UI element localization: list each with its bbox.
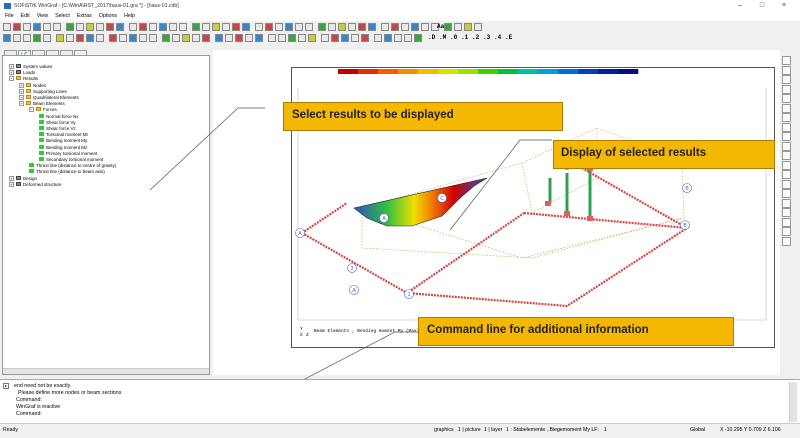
command-line-2: Please define more nodes or beam section… bbox=[18, 390, 122, 396]
status-graphics: graphics bbox=[434, 427, 454, 433]
status-coordinates: X -10.295 Y 0.709 Z 6.106 bbox=[720, 427, 781, 433]
callout-command-line: Command line for additional information bbox=[418, 317, 734, 346]
command-window[interactable]: ▸ end need not be exactly. Please define… bbox=[0, 379, 800, 423]
status-layer: 1 | layer bbox=[484, 427, 503, 433]
callout-select-results: Select results to be displayed bbox=[283, 102, 563, 131]
status-bar: Ready graphics 1 | picture 1 | layer 1 :… bbox=[0, 423, 800, 438]
command-line-4: WinGraf is inactive bbox=[16, 404, 61, 410]
status-ready: Ready bbox=[3, 427, 18, 433]
command-line-3: Command: bbox=[16, 397, 42, 403]
status-loadcase: 1 : Stabelemente , Biegemoment My LF: bbox=[506, 427, 599, 433]
command-toggle-icon[interactable]: ▸ bbox=[3, 383, 9, 389]
status-lc-value: 1 bbox=[604, 427, 607, 433]
callout-display-results: Display of selected results bbox=[553, 140, 775, 169]
command-scrollbar[interactable] bbox=[789, 382, 797, 422]
command-line-5[interactable]: Command: bbox=[16, 411, 42, 417]
command-line-1: end need not be exactly. bbox=[14, 383, 72, 389]
status-picture: 1 | picture bbox=[458, 427, 481, 433]
status-global: Global bbox=[690, 427, 705, 433]
callout-leaders bbox=[149, 107, 552, 406]
